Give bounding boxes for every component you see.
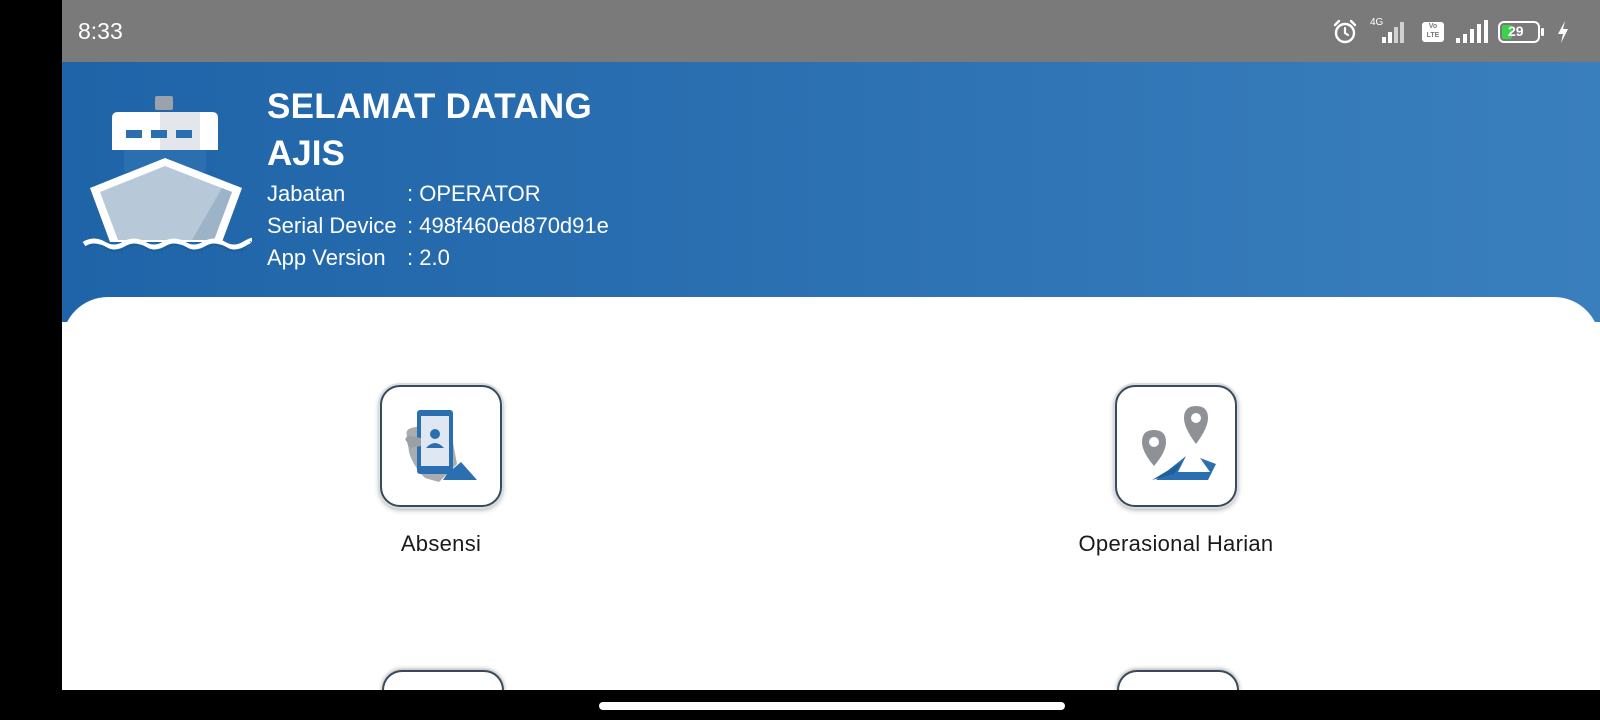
signal-4g-icon: 4G <box>1368 17 1412 45</box>
home-gesture-bar[interactable] <box>599 702 1065 710</box>
navigation-bar <box>0 690 1600 720</box>
info-value: : 498f460ed870d91e <box>407 213 609 238</box>
volte-label: Vo LTE <box>1426 23 1440 39</box>
menu-tile-absensi[interactable] <box>380 385 502 507</box>
menu-item-absensi[interactable]: Absensi <box>291 385 591 557</box>
menu-label-absensi: Absensi <box>400 531 482 556</box>
ship-logo-icon <box>82 92 255 267</box>
volte-icon: Vo LTE <box>1422 22 1444 42</box>
status-icons: 4G Vo LTE 29 <box>1332 17 1570 46</box>
menu-tile-partial-right[interactable] <box>1117 670 1239 690</box>
info-value: : 2.0 <box>407 245 450 270</box>
app-screen: 8:33 4G Vo LTE 29 SELAMAT DATANG AJIS Ja… <box>62 0 1600 690</box>
menu-tile-partial-left[interactable] <box>382 670 504 690</box>
info-row-app-version: App Version : 2.0 <box>267 242 609 274</box>
charging-icon <box>1556 20 1570 44</box>
user-name: AJIS <box>267 134 345 173</box>
info-row-jabatan: Jabatan : OPERATOR <box>267 178 609 210</box>
menu-label-operasional-harian: Operasional Harian <box>1078 531 1274 556</box>
info-label: Serial Device <box>267 213 397 238</box>
info-label: App Version <box>267 245 386 270</box>
status-bar: 8:33 4G Vo LTE 29 <box>62 0 1600 62</box>
signal-icon <box>1454 19 1488 45</box>
menu-tile-operasional-harian[interactable] <box>1115 385 1237 507</box>
route-pins-icon <box>1134 402 1218 491</box>
welcome-title: SELAMAT DATANG <box>267 87 592 126</box>
info-row-serial-device: Serial Device : 498f460ed870d91e <box>267 210 609 242</box>
alarm-icon <box>1332 19 1358 45</box>
status-time: 8:33 <box>78 18 123 44</box>
welcome-header: SELAMAT DATANG AJIS Jabatan : OPERATOR S… <box>62 62 1600 322</box>
menu-item-operasional-harian[interactable]: Operasional Harian <box>1026 385 1326 557</box>
battery-level: 29 <box>1508 23 1524 39</box>
welcome-block: SELAMAT DATANG AJIS Jabatan : OPERATOR S… <box>267 84 609 274</box>
info-label: Jabatan <box>267 181 346 206</box>
battery-icon: 29 <box>1498 20 1546 44</box>
menu-panel: Absensi Operasional Harian <box>62 297 1600 690</box>
attendance-phone-icon <box>399 402 483 491</box>
info-value: : OPERATOR <box>407 181 541 206</box>
